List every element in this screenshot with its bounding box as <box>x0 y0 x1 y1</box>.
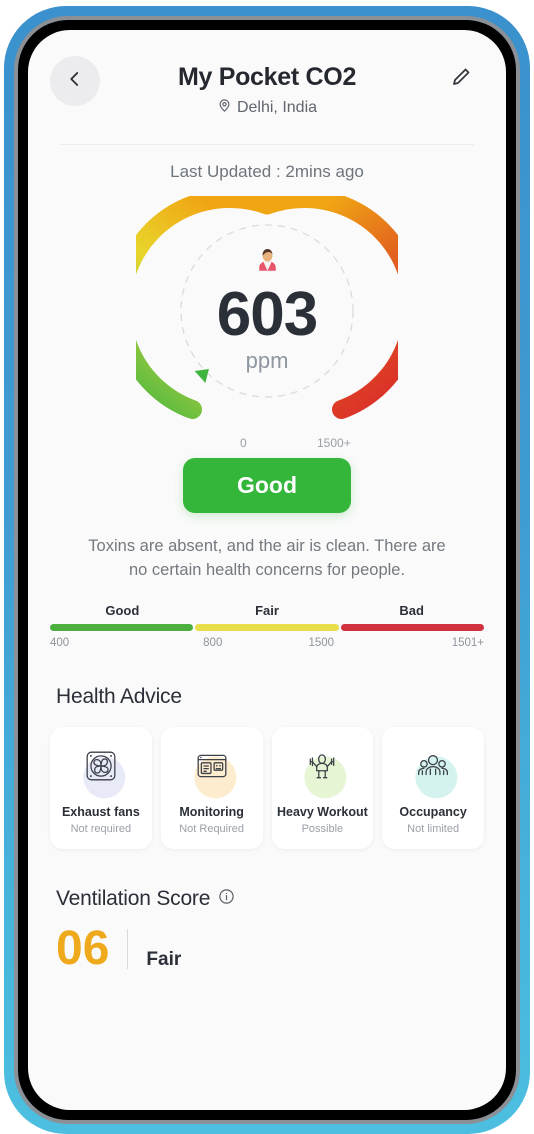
page-title: My Pocket CO2 <box>177 63 357 91</box>
advice-label: Monitoring <box>179 804 244 819</box>
status-badge[interactable]: Good <box>183 458 351 513</box>
gauge-svg <box>136 196 398 419</box>
advice-card-monitoring[interactable]: Monitoring Not Required <box>160 726 263 849</box>
scale-label-bad: Bad <box>399 602 424 618</box>
scale-bar-bad <box>340 623 484 631</box>
app-header: My Pocket CO2 Delhi, India <box>28 30 506 122</box>
edit-button[interactable] <box>444 62 478 96</box>
advice-sub: Not limited <box>407 822 460 835</box>
last-updated-label: Last Updated : 2mins ago <box>170 162 364 181</box>
header-divider <box>60 144 474 145</box>
advice-label: Occupancy <box>399 804 467 819</box>
phone-screen: My Pocket CO2 Delhi, India Last Updated … <box>28 30 506 1110</box>
phone-bezel: My Pocket CO2 Delhi, India Last Updated … <box>18 20 516 1120</box>
advice-card-occupancy[interactable]: Occupancy Not limited <box>382 726 484 849</box>
exhaust-fan-icon <box>84 749 118 788</box>
air-quality-scale: Good Fair Bad 400 800 1500 1501+ <box>50 603 484 649</box>
advice-card-heavy-workout[interactable]: Heavy Workout Possible <box>271 726 374 849</box>
pencil-icon <box>449 65 473 94</box>
scale-bar-fair <box>195 623 339 631</box>
chevron-left-icon <box>66 70 84 93</box>
ventilation-score-value: 06 <box>56 921 110 975</box>
location-row: Delhi, India <box>52 98 482 118</box>
people-group-icon <box>416 749 450 788</box>
phone-edge: My Pocket CO2 Delhi, India Last Updated … <box>14 16 520 1124</box>
scale-tick-1501: 1501+ <box>451 636 484 649</box>
info-circle-icon[interactable] <box>218 887 235 911</box>
scale-label-fair: Fair <box>255 602 279 618</box>
monitor-screen-icon <box>195 749 229 788</box>
ventilation-score-row: 06 Fair <box>56 921 506 975</box>
phone-frame: My Pocket CO2 Delhi, India Last Updated … <box>4 6 530 1134</box>
ventilation-score-header: Ventilation Score <box>56 887 506 911</box>
scale-bars <box>50 623 484 631</box>
scale-tick-400: 400 <box>50 636 70 649</box>
advice-label: Heavy Workout <box>276 804 368 819</box>
weightlifting-icon <box>305 749 339 788</box>
scale-tick-800: 800 <box>203 636 223 649</box>
co2-gauge: 603 ppm 0 1500+ <box>28 196 506 454</box>
health-advice-title: Health Advice <box>56 684 182 708</box>
scale-bar-good <box>50 623 194 631</box>
map-pin-icon <box>217 98 232 118</box>
status-row: Good <box>28 458 506 513</box>
status-description: Toxins are absent, and the air is clean.… <box>88 537 446 579</box>
advice-sub: Not required <box>70 822 132 835</box>
scale-ticks: 400 800 1500 1501+ <box>50 637 484 649</box>
advice-card-exhaust-fans[interactable]: Exhaust fans Not required <box>50 726 152 849</box>
app-content: My Pocket CO2 Delhi, India Last Updated … <box>28 30 506 1110</box>
advice-sub: Possible <box>301 822 344 835</box>
gauge-needle <box>194 368 209 383</box>
scale-labels: Good Fair Bad <box>50 603 484 618</box>
ventilation-status-label: Fair <box>146 948 182 970</box>
gauge-max-label: 1500+ <box>317 436 351 450</box>
header-title-group: My Pocket CO2 Delhi, India <box>52 60 482 118</box>
advice-sub: Not Required <box>179 822 245 835</box>
back-button[interactable] <box>50 56 100 106</box>
ventilation-score-title: Ventilation Score <box>56 886 211 910</box>
gauge-min-label: 0 <box>240 436 247 450</box>
ventilation-divider <box>127 928 129 969</box>
health-advice-list: Exhaust fans Not required Monitoring Not… <box>50 726 484 849</box>
scale-label-good: Good <box>105 602 140 618</box>
advice-label: Exhaust fans <box>61 804 140 819</box>
scale-tick-1500: 1500 <box>308 636 335 649</box>
location-label: Delhi, India <box>236 99 318 116</box>
